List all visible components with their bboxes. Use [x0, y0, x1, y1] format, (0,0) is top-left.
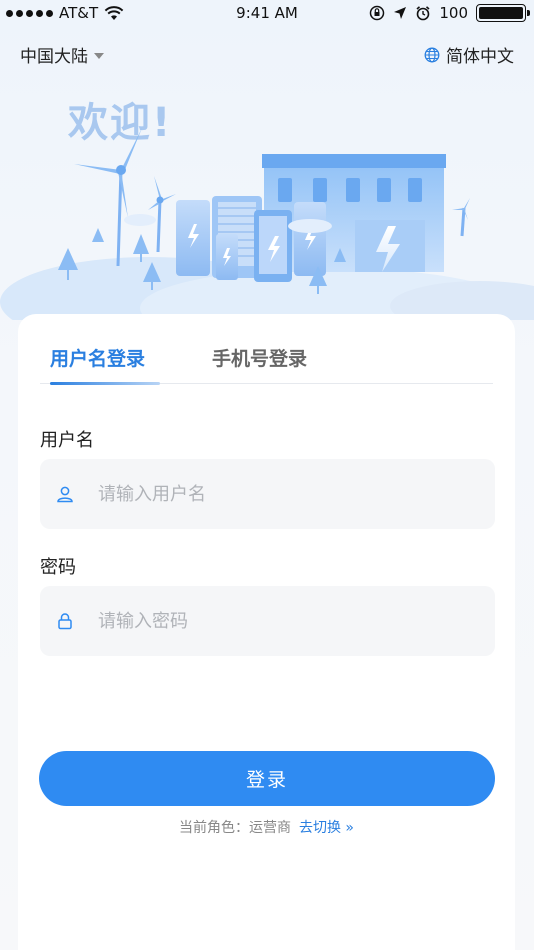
- tab-username-login[interactable]: 用户名登录: [50, 344, 145, 371]
- globe-icon: [424, 47, 440, 62]
- location-icon: [394, 7, 407, 19]
- region-selector[interactable]: 中国大陆: [20, 42, 104, 67]
- current-role: 当前角色：运营商 去切换 »: [18, 817, 515, 837]
- language-label: 简体中文: [446, 47, 514, 67]
- battery-label: 100: [439, 4, 468, 22]
- active-tab-indicator: [50, 382, 160, 385]
- current-role-text: 当前角色：运营商: [178, 820, 291, 836]
- status-bar: AT&T 9:41 AM 100: [0, 0, 534, 26]
- rotation-lock-icon: [370, 5, 385, 21]
- user-icon: [54, 483, 76, 505]
- lock-icon: [54, 610, 76, 632]
- region-label: 中国大陆: [20, 47, 88, 67]
- password-label: 密码: [40, 557, 76, 578]
- caret-down-icon: [94, 52, 104, 59]
- username-input[interactable]: [98, 483, 458, 505]
- status-right: 100: [369, 4, 530, 22]
- username-field[interactable]: [40, 459, 495, 529]
- login-card: 用户名登录 手机号登录 用户名 密码 登录 当前角色：运营商去切换 »: [18, 314, 515, 950]
- language-selector[interactable]: 简体中文: [424, 42, 514, 67]
- username-label: 用户名: [40, 430, 94, 451]
- password-field[interactable]: [40, 586, 495, 656]
- login-tabs: 用户名登录 手机号登录: [40, 338, 493, 385]
- switch-role-link[interactable]: 去切换 »: [299, 820, 354, 836]
- login-button[interactable]: 登录: [39, 751, 495, 806]
- alarm-icon: [416, 6, 430, 21]
- hero-illustration: [0, 128, 534, 320]
- tab-phone-login[interactable]: 手机号登录: [212, 344, 307, 371]
- battery-icon: [476, 4, 530, 22]
- password-input[interactable]: [98, 610, 458, 632]
